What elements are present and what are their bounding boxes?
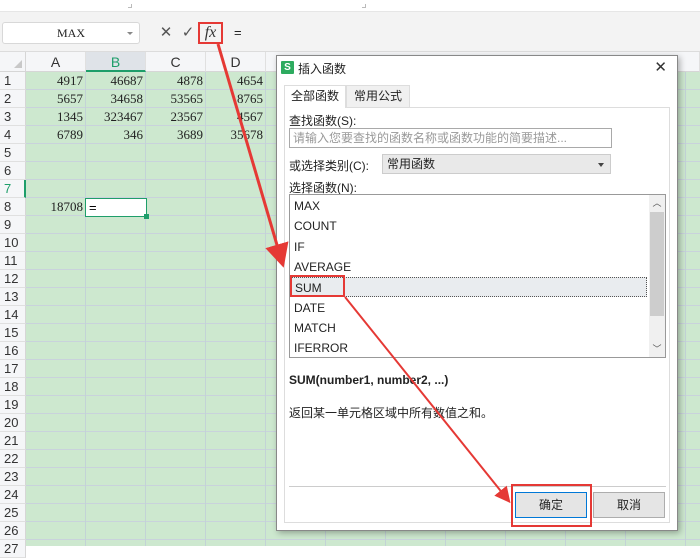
insert-function-button[interactable]: fx [198,22,223,44]
scroll-up-icon[interactable]: ︿ [649,195,665,211]
function-list[interactable]: MAX COUNT IF AVERAGE SUM DATE MATCH IFERROR ︿ ﹀ [289,194,666,358]
insert-function-dialog: S 插入函数 ✕ 全部函数 常用公式 查找函数(S): 请输入您要查找的函数名称… [276,55,678,531]
cell-a4[interactable]: 6789 [26,126,86,144]
cell-a2[interactable]: 5657 [26,90,86,108]
cell-d1[interactable]: 4654 [206,72,266,90]
row-header-26[interactable]: 26 [0,522,26,540]
cell-a1[interactable]: 4917 [26,72,86,90]
function-item-if[interactable]: IF [290,237,647,257]
chevron-down-icon[interactable] [127,32,133,35]
tab-all-functions[interactable]: 全部函数 [284,85,346,108]
row-header-17[interactable]: 17 [0,360,26,378]
row-header-3[interactable]: 3 [0,108,26,126]
category-select[interactable]: 常用函数 [382,154,611,174]
list-scrollbar[interactable]: ︿ ﹀ [649,195,665,357]
scroll-thumb[interactable] [650,212,664,316]
row-header-5[interactable]: 5 [0,144,26,162]
row-header-15[interactable]: 15 [0,324,26,342]
row-header-9[interactable]: 9 [0,216,26,234]
row-header-12[interactable]: 12 [0,270,26,288]
function-description: 返回某一单元格区域中所有数值之和。 [289,406,494,420]
ok-highlight-box [511,484,592,527]
cancel-icon[interactable]: ✕ [158,22,174,44]
scroll-down-icon[interactable]: ﹀ [649,341,665,357]
wps-logo-icon: S [281,61,294,74]
row-header-20[interactable]: 20 [0,414,26,432]
function-item-count[interactable]: COUNT [290,216,647,236]
category-value: 常用函数 [387,157,436,171]
ribbon-strip [0,0,700,12]
row-header-24[interactable]: 24 [0,486,26,504]
row-header-16[interactable]: 16 [0,342,26,360]
formula-input[interactable]: = [234,22,242,44]
tab-common-formulas[interactable]: 常用公式 [346,85,410,107]
search-input[interactable]: 请输入您要查找的函数名称或函数功能的简要描述... [289,128,612,148]
cancel-button[interactable]: 取消 [593,492,665,518]
cell-b1[interactable]: 46687 [86,72,146,90]
function-signature: SUM(number1, number2, ...) [289,373,449,387]
column-header-b[interactable]: B [86,52,146,72]
row-header-4[interactable]: 4 [0,126,26,144]
name-box-value: MAX [56,26,85,40]
row-header-27[interactable]: 27 [0,540,26,558]
sum-highlight-box [290,275,345,298]
row-header-2[interactable]: 2 [0,90,26,108]
cell-c3[interactable]: 23567 [146,108,206,126]
function-item-max[interactable]: MAX [290,196,647,216]
row-header-11[interactable]: 11 [0,252,26,270]
row-header-19[interactable]: 19 [0,396,26,414]
dialog-title: 插入函数 [298,62,347,76]
name-box[interactable]: MAX [2,22,140,44]
row-header-18[interactable]: 18 [0,378,26,396]
chevron-down-icon [598,163,604,167]
row-header-22[interactable]: 22 [0,450,26,468]
divider [289,486,666,487]
row-header-7[interactable]: 7 [0,180,26,198]
cell-d4[interactable]: 35678 [206,126,266,144]
cell-b2[interactable]: 34658 [86,90,146,108]
column-header-d[interactable]: D [206,52,266,72]
cell-b3[interactable]: 323467 [86,108,146,126]
search-label: 查找函数(S): [289,114,357,128]
row-header-10[interactable]: 10 [0,234,26,252]
ribbon-group-launcher[interactable] [128,4,132,8]
row-header-1[interactable]: 1 [0,72,26,90]
row-header-8[interactable]: 8 [0,198,26,216]
cell-a3[interactable]: 1345 [26,108,86,126]
cell-c2[interactable]: 53565 [146,90,206,108]
column-header-c[interactable]: C [146,52,206,72]
ribbon-group-launcher[interactable] [362,4,366,8]
function-item-date[interactable]: DATE [290,298,647,318]
cell-b4[interactable]: 346 [86,126,146,144]
cell-d2[interactable]: 8765 [206,90,266,108]
row-header-21[interactable]: 21 [0,432,26,450]
function-item-match[interactable]: MATCH [290,318,647,338]
function-item-iferror[interactable]: IFERROR [290,338,647,357]
tab-panel: 查找函数(S): 请输入您要查找的函数名称或函数功能的简要描述... 或选择类别… [284,107,670,527]
row-header-25[interactable]: 25 [0,504,26,522]
row-header-14[interactable]: 14 [0,306,26,324]
function-item-average[interactable]: AVERAGE [290,257,647,277]
select-all-corner[interactable] [0,52,26,72]
cell-c4[interactable]: 3689 [146,126,206,144]
cell-c1[interactable]: 4878 [146,72,206,90]
row-header-23[interactable]: 23 [0,468,26,486]
confirm-icon[interactable]: ✓ [180,22,196,44]
column-header-a[interactable]: A [26,52,86,72]
cell-d3[interactable]: 4567 [206,108,266,126]
category-label: 或选择类别(C): [289,159,369,173]
cell-a7[interactable]: 18708 [26,198,86,216]
row-header-6[interactable]: 6 [0,162,26,180]
active-cell-b7[interactable]: = [85,198,149,219]
row-header-13[interactable]: 13 [0,288,26,306]
dialog-titlebar[interactable]: S 插入函数 ✕ [277,56,677,80]
close-icon[interactable]: ✕ [654,58,667,76]
